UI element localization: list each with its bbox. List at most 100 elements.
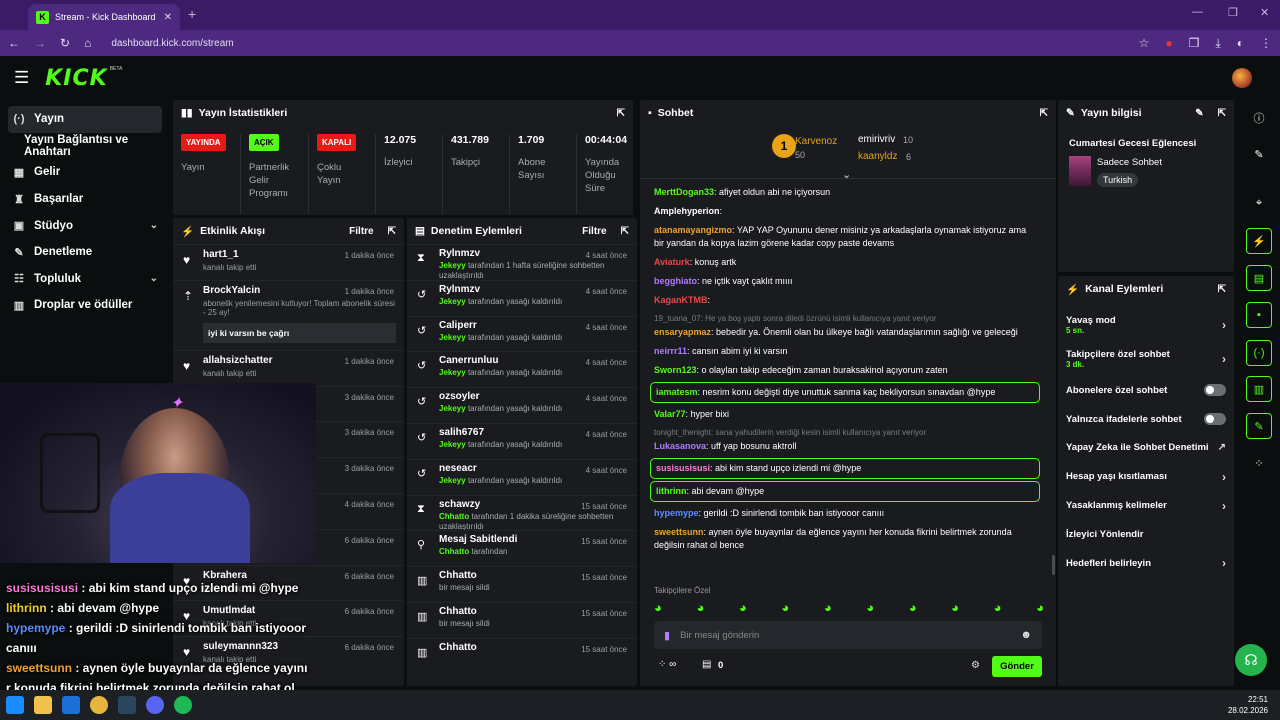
channel-action-6[interactable]: Yasaklanmış kelimeler ›: [1058, 491, 1234, 520]
channel-action-7[interactable]: İzleyici Yönlendir: [1058, 520, 1234, 549]
second-gifter-name[interactable]: emirivriv: [858, 134, 895, 145]
moderation-item[interactable]: ↺ Caliperr Jekeyy tarafından yasağı kaldır…: [407, 315, 637, 352]
send-button[interactable]: Gönder: [992, 656, 1042, 677]
channel-action-3[interactable]: Yalnızca ifadelerle sohbet: [1058, 405, 1234, 434]
chat-username[interactable]: Valar77: [654, 409, 686, 419]
filter-button[interactable]: Filtre: [582, 226, 606, 237]
focus-icon[interactable]: ⌖: [1246, 190, 1272, 216]
chat-message[interactable]: Valar77: hyper bixi: [640, 405, 1050, 424]
sidebar-item-studyo[interactable]: ▣ Stüdyo ⌄: [0, 212, 170, 239]
moderation-item[interactable]: ⧗ schawzy Chhatto tarafından 1 dakika süre…: [407, 494, 637, 531]
file-explorer-icon[interactable]: [34, 696, 52, 714]
chat-message[interactable]: susisusisusi: abi kim stand upço izlendi…: [650, 458, 1040, 479]
channel-action-4[interactable]: Yapay Zeka ile Sohbet Denetimi ↗: [1058, 434, 1234, 463]
kick-logo[interactable]: KICK: [45, 66, 107, 91]
wrench-shortcut-icon[interactable]: ✎: [1246, 413, 1272, 439]
chat-username[interactable]: begghiato: [654, 276, 697, 286]
chat-input[interactable]: ▮ Bir mesaj gönderin ☻: [654, 621, 1042, 649]
chat-username[interactable]: lithrinn: [656, 486, 687, 496]
moderator-name[interactable]: Chhatto: [439, 512, 469, 521]
maximize-icon[interactable]: ❐: [1228, 6, 1238, 19]
popout-icon[interactable]: ⇱: [1040, 108, 1048, 119]
popout-icon[interactable]: ⇱: [388, 226, 396, 237]
chat-message[interactable]: ensaryapmaz: bebedir ya. Önemli olan bu …: [640, 323, 1050, 342]
emote-icon[interactable]: ◕: [951, 600, 959, 615]
popout-icon[interactable]: ⇱: [621, 226, 629, 237]
document-shortcut-icon[interactable]: ▤: [1246, 265, 1272, 291]
sidebar-item-gelir[interactable]: ▦ Gelir: [0, 159, 170, 186]
moderator-name[interactable]: Chhatto: [439, 547, 469, 556]
moderation-item[interactable]: ↺ neseacr Jekeyy tarafından yasağı kaldırı…: [407, 458, 637, 495]
system-clock[interactable]: 22:51 28.02.2026: [1228, 694, 1274, 716]
filter-button[interactable]: Filtre: [349, 226, 373, 237]
windows-start-icon[interactable]: [6, 696, 24, 714]
moderation-item[interactable]: ↺ Rylnmzv Jekeyy tarafından yasağı kaldırı…: [407, 279, 637, 316]
activity-item[interactable]: ♥ allahsizchatter kanalı takip etti 1 dakik…: [173, 349, 404, 386]
settings-gear-icon[interactable]: ⚙: [971, 660, 980, 671]
emote-icon[interactable]: ◕: [654, 600, 662, 615]
spotify-icon[interactable]: [174, 696, 192, 714]
emote-icon[interactable]: ◕: [866, 600, 874, 615]
chat-message[interactable]: hypemype: gerildi :D sinirlendi tombik b…: [640, 504, 1050, 523]
extension-icon[interactable]: ●: [1165, 36, 1172, 50]
chat-username[interactable]: Amplehyperion: [654, 206, 720, 216]
back-icon[interactable]: ←: [8, 36, 20, 50]
chat-message[interactable]: iamatesm: nesrim konu değişti diye unutt…: [650, 382, 1040, 403]
moderator-name[interactable]: Jekeyy: [439, 440, 466, 449]
user-avatar[interactable]: [1232, 68, 1252, 88]
moderation-item[interactable]: ▥ Chhatto 15 saat önce: [407, 637, 637, 674]
forward-icon[interactable]: →: [34, 36, 46, 50]
moderation-item[interactable]: ↺ ozsoyler Jekeyy tarafından yasağı kaldır…: [407, 387, 637, 423]
channel-action-1[interactable]: Takipçilere özel sohbet 3 dk. ›: [1058, 342, 1234, 376]
bookmark-star-icon[interactable]: ☆: [1139, 36, 1150, 50]
third-gifter-name[interactable]: kaanyldz: [858, 151, 897, 162]
chat-message[interactable]: sweettsunn: aynen öyle buyaynlar da eğle…: [640, 523, 1050, 555]
browser-tab[interactable]: K Stream - Kick Dashboard ✕: [28, 4, 180, 30]
chat-message[interactable]: neirrr11: cansın abim iyi ki varsın: [640, 342, 1050, 361]
chat-username[interactable]: KaganKTMB: [654, 295, 708, 305]
moderation-item[interactable]: ↺ Canerrunluu Jekeyy tarafından yasağı kal…: [407, 351, 637, 387]
moderation-item[interactable]: ↺ salih6767 Jekeyy tarafından yasağı kaldı…: [407, 422, 637, 459]
moderator-name[interactable]: Jekeyy: [439, 297, 466, 306]
chat-username[interactable]: atanamayangizmo: [654, 225, 732, 235]
outlook-icon[interactable]: [62, 696, 80, 714]
home-icon[interactable]: ⌂: [84, 36, 91, 50]
channel-action-8[interactable]: Hedefleri belirleyin ›: [1058, 549, 1234, 578]
chat-username[interactable]: sweettsunn: [654, 527, 704, 537]
toggle-switch[interactable]: [1204, 384, 1226, 397]
emote-icon[interactable]: ◕: [696, 600, 704, 615]
chrome-icon[interactable]: [90, 696, 108, 714]
new-tab-icon[interactable]: +: [188, 6, 196, 22]
chat-username[interactable]: Sworn123: [654, 365, 697, 375]
sidebar-item-stream-key[interactable]: Yayın Bağlantısı ve Anahtarı: [0, 133, 170, 160]
channel-action-5[interactable]: Hesap yaşı kısıtlaması ›: [1058, 462, 1234, 491]
chat-username[interactable]: ensaryapmaz: [654, 327, 711, 337]
layout-shortcut-icon[interactable]: ▥: [1246, 376, 1272, 402]
top-gifter-name[interactable]: Karvenoz: [795, 136, 837, 147]
activity-item[interactable]: ♥ hart1_1 kanalı takip etti 1 dakika önce: [173, 244, 404, 280]
chat-message[interactable]: atanamayangizmo: YAP YAP Oyununu dener m…: [640, 221, 1050, 253]
close-window-icon[interactable]: ✕: [1260, 6, 1269, 19]
moderation-item[interactable]: ⧗ Rylnmzv Jekeyy tarafından 1 hafta süreli…: [407, 244, 637, 280]
discord-icon[interactable]: [146, 696, 164, 714]
emote-icon[interactable]: ◕: [739, 600, 747, 615]
help-headset-icon[interactable]: ☊: [1235, 644, 1267, 676]
chat-message[interactable]: lithrinn: abi devam @hype: [650, 481, 1040, 502]
broadcast-shortcut-icon[interactable]: (·): [1246, 340, 1272, 366]
chat-username[interactable]: hypemype: [654, 508, 699, 518]
sidebar-item-basarilar[interactable]: ♜ Başarılar: [0, 186, 170, 213]
moderation-item[interactable]: ▥ Chhatto bir mesajı sildi 15 saat önce: [407, 566, 637, 602]
moderation-item[interactable]: ▥ Chhatto bir mesajı sildi 15 saat önce: [407, 601, 637, 638]
category-name[interactable]: Sadece Sohbet: [1097, 157, 1162, 168]
moderation-item[interactable]: ⚲ Mesaj Sabitlendi Chhatto tarafından 15 sa…: [407, 530, 637, 566]
toggle-switch[interactable]: [1204, 413, 1226, 426]
moderator-name[interactable]: Jekeyy: [439, 333, 466, 342]
moderator-name[interactable]: Jekeyy: [439, 476, 466, 485]
chat-message[interactable]: Lukasanova: uff yap bosunu aktroll: [640, 437, 1050, 456]
chat-username[interactable]: neirrr11: [654, 346, 687, 356]
gift-icon[interactable]: ▤: [702, 659, 711, 670]
channel-action-0[interactable]: Yavaş mod 5 sn. ›: [1058, 308, 1234, 342]
sidebar-item-denetleme[interactable]: ✎ Denetleme: [0, 239, 170, 266]
grid-icon[interactable]: ⁘: [1246, 450, 1272, 476]
chat-message[interactable]: KaganKTMB:: [640, 291, 1050, 310]
